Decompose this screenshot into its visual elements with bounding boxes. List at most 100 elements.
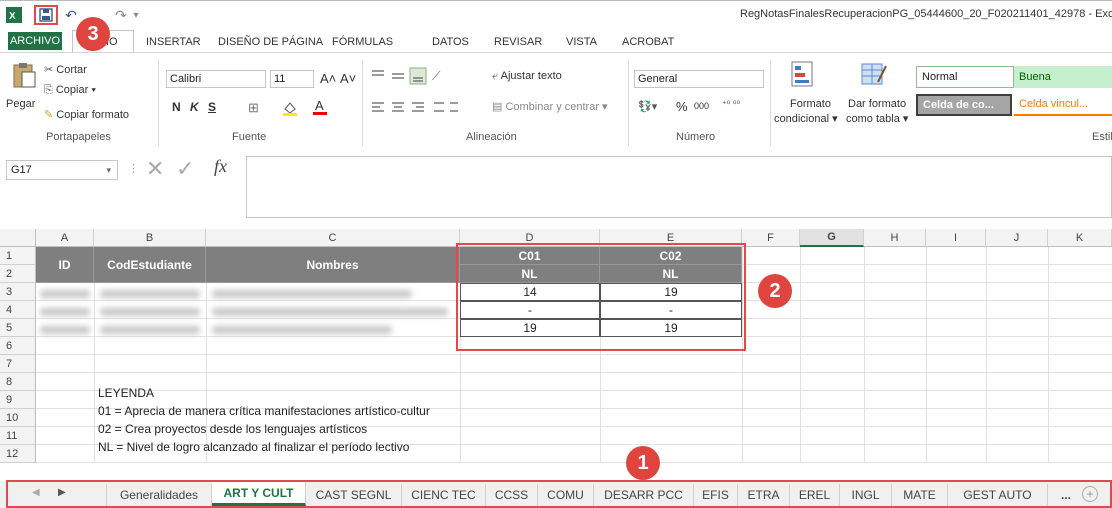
style-linked-cell[interactable]: Celda vincul...: [1014, 94, 1112, 116]
italic-button[interactable]: K: [190, 100, 199, 114]
column-header-j[interactable]: J: [986, 229, 1048, 247]
sheet-tab-art-y-cult[interactable]: ART Y CULT: [212, 482, 306, 506]
legend-title[interactable]: LEYENDA: [98, 386, 154, 400]
row-header-10[interactable]: 10: [0, 409, 36, 427]
format-as-table-icon[interactable]: [860, 60, 888, 90]
column-header-b[interactable]: B: [94, 229, 206, 247]
font-name-select[interactable]: Calibri: [166, 70, 266, 88]
tab-insertar[interactable]: INSERTAR: [146, 36, 201, 48]
sheet-tab-gest-auto[interactable]: GEST AUTO: [948, 484, 1048, 506]
row-header-2[interactable]: 2: [0, 265, 36, 283]
header-nombres[interactable]: Nombres: [206, 247, 460, 283]
row-header-5[interactable]: 5: [0, 319, 36, 337]
column-header-h[interactable]: H: [864, 229, 926, 247]
shrink-font-icon[interactable]: A˅: [340, 71, 356, 86]
header-codestudiante[interactable]: CodEstudiante: [94, 247, 206, 283]
more-sheets-button[interactable]: ...: [1048, 484, 1084, 506]
format-as-table-button[interactable]: Dar formato: [848, 98, 906, 110]
tab-vista[interactable]: VISTA: [566, 36, 597, 48]
sheet-tab-ccss[interactable]: CCSS: [486, 484, 538, 506]
undo-icon[interactable]: ↶: [62, 5, 80, 25]
style-check-cell[interactable]: Celda de co...: [916, 94, 1012, 116]
legend-line-3[interactable]: NL = Nivel de logro alcanzado al finaliz…: [98, 440, 409, 454]
borders-icon[interactable]: ⊞: [248, 100, 259, 116]
formula-input[interactable]: [246, 156, 1112, 218]
name-box[interactable]: G17 ▾: [6, 160, 118, 180]
font-group-label: Fuente: [232, 131, 267, 143]
legend-line-2[interactable]: 02 = Crea proyectos desde los lenguajes …: [98, 422, 367, 436]
sheet-tab-generalidades[interactable]: Generalidades: [106, 484, 212, 506]
row-header-1[interactable]: 1: [0, 247, 36, 265]
sheet-tab-desarr-pcc[interactable]: DESARR PCC: [594, 484, 694, 506]
row-header-4[interactable]: 4: [0, 301, 36, 319]
conditional-format-icon[interactable]: [790, 60, 814, 90]
customize-toolbar-icon[interactable]: ▾: [130, 5, 142, 25]
blurred-cell: [100, 308, 200, 316]
sheet-tab-cast-segnl[interactable]: CAST SEGNL: [306, 484, 402, 506]
fill-color-icon[interactable]: [282, 100, 298, 116]
conditional-format-button-line2[interactable]: condicional ▾: [774, 112, 838, 125]
row-header-6[interactable]: 6: [0, 337, 36, 355]
copy-button[interactable]: ⎘ Copiar ▾: [44, 84, 96, 97]
column-header-c[interactable]: C: [206, 229, 460, 247]
sheet-tab-etra[interactable]: ETRA: [738, 484, 790, 506]
style-buena[interactable]: Buena: [1014, 66, 1112, 88]
conditional-format-button[interactable]: Formato: [790, 98, 831, 110]
percent-button[interactable]: %: [676, 99, 688, 114]
sheet-tab-erel[interactable]: EREL: [790, 484, 840, 506]
row-header-8[interactable]: 8: [0, 373, 36, 391]
tab-acrobat[interactable]: ACROBAT: [622, 36, 674, 48]
tab-revisar[interactable]: REVISAR: [494, 36, 542, 48]
sheet-tab-mate[interactable]: MATE: [892, 484, 948, 506]
column-header-k[interactable]: K: [1048, 229, 1112, 247]
vertical-align-icons[interactable]: ⟋: [370, 66, 450, 86]
header-id[interactable]: ID: [36, 247, 94, 283]
column-header-a[interactable]: A: [36, 229, 94, 247]
wrap-text-button[interactable]: ⤶ Ajustar texto: [492, 70, 562, 83]
tab-formulas[interactable]: FÓRMULAS: [332, 36, 393, 48]
paste-button[interactable]: Pegar: [6, 98, 35, 110]
merge-center-button[interactable]: ▤ Combinar y centrar ▾: [492, 100, 608, 113]
row-header-9[interactable]: 9: [0, 391, 36, 409]
font-size-select[interactable]: 11: [270, 70, 314, 88]
paste-icon[interactable]: [10, 62, 38, 90]
select-all-corner[interactable]: [0, 229, 36, 247]
number-format-select[interactable]: General: [634, 70, 764, 88]
bold-button[interactable]: N: [172, 100, 181, 114]
decimal-increase-icon[interactable]: ⁺⁰ ⁰⁰: [722, 99, 740, 110]
sheet-tab-efis[interactable]: EFIS: [694, 484, 738, 506]
insert-function-icon[interactable]: fx: [214, 156, 227, 177]
redo-icon[interactable]: ↷: [112, 5, 130, 25]
row-header-3[interactable]: 3: [0, 283, 36, 301]
sheet-tab-ingl[interactable]: INGL: [840, 484, 892, 506]
column-header-f[interactable]: F: [742, 229, 800, 247]
save-icon[interactable]: [34, 5, 58, 25]
sheet-tab-comu[interactable]: COMU: [538, 484, 594, 506]
group-divider: [770, 60, 771, 146]
column-header-g[interactable]: G: [800, 229, 864, 247]
enter-icon[interactable]: ✓: [176, 156, 194, 182]
underline-button[interactable]: S: [208, 100, 216, 114]
row-header-12[interactable]: 12: [0, 445, 36, 463]
sheet-tab-cienc-tec[interactable]: CIENC TEC: [402, 484, 486, 506]
scroll-left-icon[interactable]: ◀: [32, 487, 40, 498]
style-normal[interactable]: Normal: [916, 66, 1014, 88]
row-header-7[interactable]: 7: [0, 355, 36, 373]
tab-diseno-pagina[interactable]: DISEÑO DE PÁGINA: [218, 36, 323, 48]
scroll-right-icon[interactable]: ▶: [58, 487, 66, 498]
horizontal-align-icons[interactable]: [370, 98, 460, 118]
cancel-icon[interactable]: ✕: [146, 156, 164, 182]
column-header-i[interactable]: I: [926, 229, 986, 247]
currency-icon[interactable]: 💱▾: [638, 100, 657, 113]
row-header-11[interactable]: 11: [0, 427, 36, 445]
tab-archivo[interactable]: ARCHIVO: [8, 32, 62, 50]
cut-button[interactable]: ✂ Cortar: [44, 63, 87, 76]
legend-line-1[interactable]: 01 = Aprecia de manera crítica manifesta…: [98, 404, 460, 418]
tab-datos[interactable]: DATOS: [432, 36, 469, 48]
format-painter-button[interactable]: ✎ Copiar formato: [44, 108, 129, 121]
font-color-icon[interactable]: A: [312, 98, 328, 116]
format-as-table-button-line2[interactable]: como tabla ▾: [846, 112, 908, 125]
thousands-button[interactable]: 000: [694, 101, 709, 111]
add-sheet-icon[interactable]: +: [1082, 486, 1098, 502]
grow-font-icon[interactable]: A˄: [320, 71, 336, 86]
